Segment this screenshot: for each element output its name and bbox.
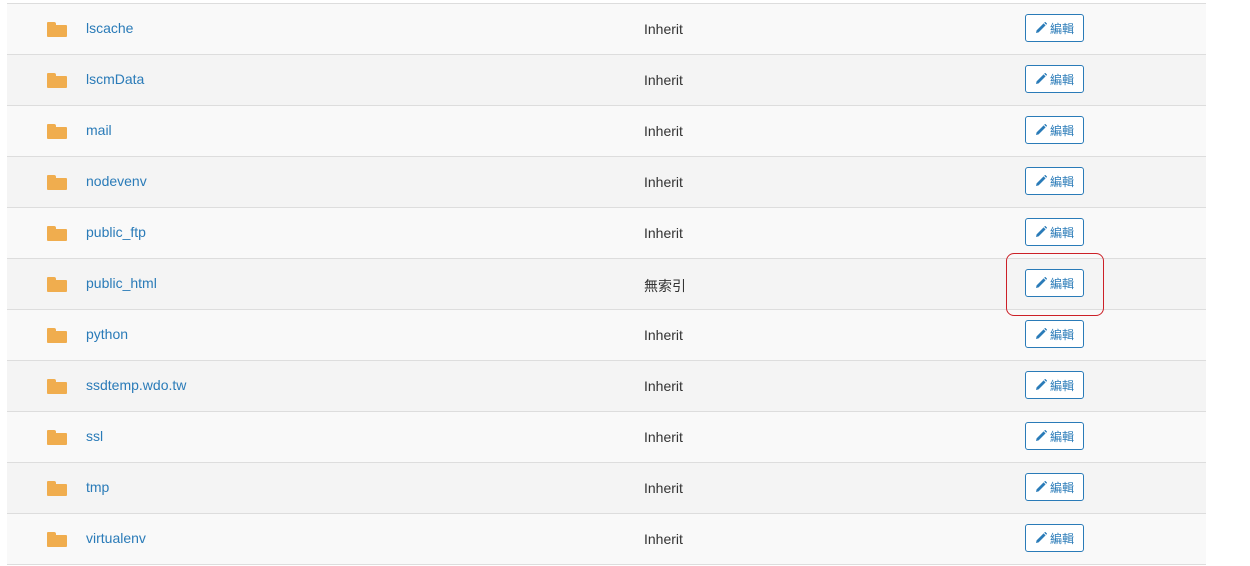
directory-table: lscache Inherit 編輯 lscmData Inherit 編輯 m… [7,3,1206,565]
folder-icon [47,124,67,139]
index-setting: Inherit [644,327,683,343]
table-row: tmp Inherit 編輯 [7,463,1206,514]
pencil-icon [1035,277,1047,288]
edit-button-label: 編輯 [1049,480,1074,495]
folder-icon [47,430,67,445]
table-row: lscmData Inherit 編輯 [7,55,1206,106]
edit-button[interactable]: 編輯 [1025,524,1084,552]
folder-icon [47,328,67,343]
table-row: nodevenv Inherit 編輯 [7,157,1206,208]
edit-button[interactable]: 編輯 [1025,167,1084,195]
edit-button[interactable]: 編輯 [1025,320,1084,348]
table-row: public_html 無索引 編輯 [7,259,1206,310]
edit-button[interactable]: 編輯 [1025,269,1084,297]
directory-name-link[interactable]: mail [86,122,112,138]
edit-button[interactable]: 編輯 [1025,65,1084,93]
pencil-icon [1035,175,1047,186]
edit-button-label: 編輯 [1049,21,1074,36]
pencil-icon [1035,124,1047,135]
edit-button-label: 編輯 [1049,327,1074,342]
edit-button-label: 編輯 [1049,276,1074,291]
pencil-icon [1035,481,1047,492]
index-setting: Inherit [644,21,683,37]
edit-button-label: 編輯 [1049,225,1074,240]
index-setting: Inherit [644,531,683,547]
index-setting: Inherit [644,123,683,139]
folder-icon [47,226,67,241]
edit-button[interactable]: 編輯 [1025,371,1084,399]
directory-name-link[interactable]: python [86,326,128,342]
index-setting: Inherit [644,480,683,496]
edit-button-label: 編輯 [1049,531,1074,546]
pencil-icon [1035,379,1047,390]
pencil-icon [1035,328,1047,339]
directory-name-link[interactable]: lscmData [86,71,144,87]
pencil-icon [1035,532,1047,543]
table-row: ssl Inherit 編輯 [7,412,1206,463]
index-setting: 無索引 [644,278,686,294]
directory-name-link[interactable]: ssl [86,428,103,444]
edit-button[interactable]: 編輯 [1025,422,1084,450]
directory-name-link[interactable]: virtualenv [86,530,146,546]
table-row: virtualenv Inherit 編輯 [7,514,1206,565]
folder-icon [47,22,67,37]
directory-name-link[interactable]: public_ftp [86,224,146,240]
folder-icon [47,175,67,190]
edit-button[interactable]: 編輯 [1025,14,1084,42]
folder-icon [47,73,67,88]
pencil-icon [1035,73,1047,84]
table-row: mail Inherit 編輯 [7,106,1206,157]
directory-name-link[interactable]: lscache [86,20,133,36]
directory-name-link[interactable]: ssdtemp.wdo.tw [86,377,186,393]
edit-button-label: 編輯 [1049,123,1074,138]
index-setting: Inherit [644,174,683,190]
folder-icon [47,277,67,292]
edit-button[interactable]: 編輯 [1025,473,1084,501]
directory-name-link[interactable]: public_html [86,275,157,291]
edit-button-label: 編輯 [1049,72,1074,87]
folder-icon [47,379,67,394]
index-setting: Inherit [644,72,683,88]
folder-icon [47,532,67,547]
directory-name-link[interactable]: nodevenv [86,173,147,189]
pencil-icon [1035,226,1047,237]
directory-name-link[interactable]: tmp [86,479,109,495]
index-setting: Inherit [644,429,683,445]
table-row: public_ftp Inherit 編輯 [7,208,1206,259]
table-row: ssdtemp.wdo.tw Inherit 編輯 [7,361,1206,412]
pencil-icon [1035,430,1047,441]
edit-button-label: 編輯 [1049,429,1074,444]
index-setting: Inherit [644,225,683,241]
folder-icon [47,481,67,496]
table-row: python Inherit 編輯 [7,310,1206,361]
pencil-icon [1035,22,1047,33]
index-setting: Inherit [644,378,683,394]
table-row: lscache Inherit 編輯 [7,4,1206,55]
edit-button-label: 編輯 [1049,378,1074,393]
edit-button[interactable]: 編輯 [1025,116,1084,144]
edit-button-label: 編輯 [1049,174,1074,189]
edit-button[interactable]: 編輯 [1025,218,1084,246]
